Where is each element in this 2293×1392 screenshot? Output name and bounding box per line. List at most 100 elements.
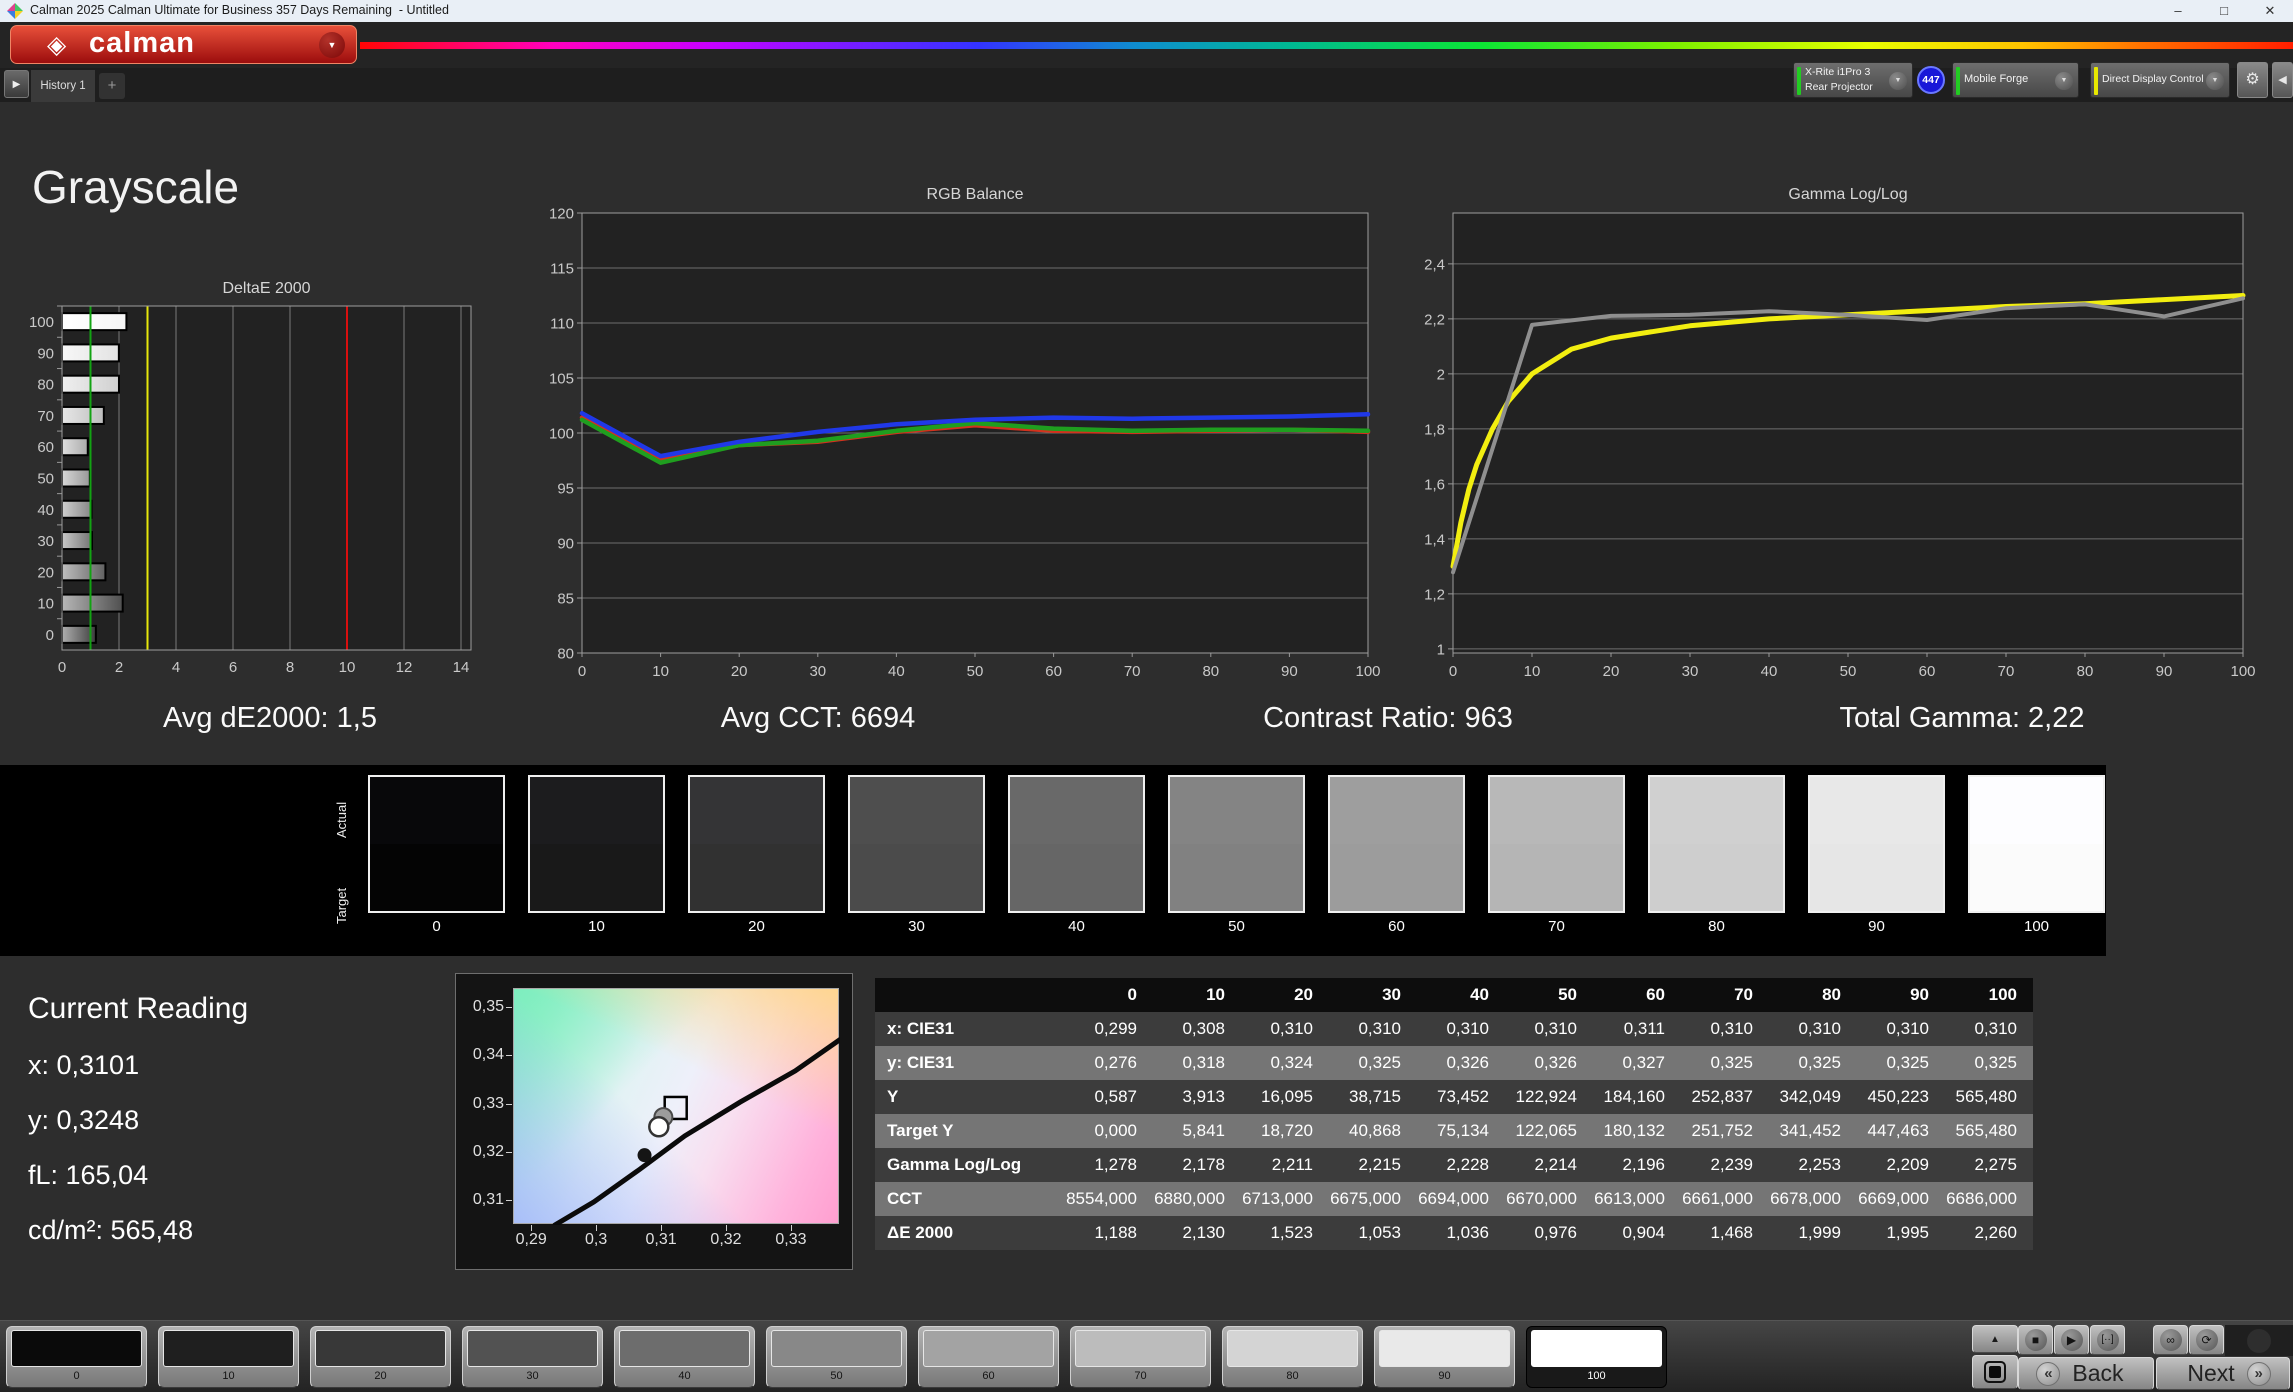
svg-text:10: 10 <box>652 663 669 680</box>
stop-button[interactable]: ■ <box>2018 1325 2053 1355</box>
meter-name: X-Rite i1Pro 3 <box>1805 66 1871 78</box>
patch-button-50[interactable]: 50 <box>766 1326 907 1388</box>
inactive-slot <box>2225 1325 2293 1356</box>
svg-text:10: 10 <box>1524 663 1541 680</box>
table-row: Gamma Log/Log 1,278 2,178 2,211 2,215 2,228 2,… <box>875 1148 2033 1182</box>
grayscale-swatch-10: 10 <box>528 775 665 935</box>
svg-text:1,4: 1,4 <box>1424 531 1445 548</box>
svg-text:RGB Balance: RGB Balance <box>927 186 1024 203</box>
swatch-row: 0 10 20 30 40 50 60 70 80 90 100 <box>368 775 2105 935</box>
step-pattern-button[interactable]: [··] <box>2090 1325 2125 1355</box>
minimize-icon[interactable]: – <box>2160 0 2196 22</box>
svg-text:2,2: 2,2 <box>1424 311 1445 328</box>
grayscale-swatch-0: 0 <box>368 775 505 935</box>
cie-overlay <box>552 1037 843 1228</box>
target-swatch <box>1170 844 1303 911</box>
close-icon[interactable]: ✕ <box>2252 0 2288 22</box>
svg-text:6: 6 <box>229 659 237 676</box>
patch-label: 10 <box>222 1370 235 1382</box>
slide-up-button[interactable]: ▲ <box>1972 1325 2018 1353</box>
svg-text:100: 100 <box>29 314 54 331</box>
patch-label: 50 <box>830 1370 843 1382</box>
pattern-source-dropdown[interactable]: Mobile Forge ▼ <box>1952 62 2079 98</box>
patch-button-100[interactable]: 100 <box>1526 1326 1667 1388</box>
loop-button[interactable]: ∞ <box>2153 1325 2188 1355</box>
svg-text:110: 110 <box>550 316 574 333</box>
meter-status-indicator <box>1797 67 1801 95</box>
target-swatch <box>1490 844 1623 911</box>
target-swatch <box>1810 844 1943 911</box>
gear-icon[interactable]: ⚙ <box>2237 62 2268 98</box>
patch-button-10[interactable]: 10 <box>158 1326 299 1388</box>
swatch-level-label: 30 <box>908 918 925 935</box>
cie-y-tick: 0,32 <box>472 1142 504 1160</box>
swatch-level-label: 60 <box>1388 918 1405 935</box>
svg-text:14: 14 <box>453 659 470 676</box>
svg-text:2: 2 <box>1437 366 1445 383</box>
chevron-down-icon[interactable]: ▼ <box>2055 72 2073 90</box>
pattern-window-button[interactable] <box>1972 1355 2018 1389</box>
svg-text:80: 80 <box>2077 663 2094 680</box>
patch-button-90[interactable]: 90 <box>1374 1326 1515 1388</box>
patch-label: 60 <box>982 1370 995 1382</box>
cie-y-tick: 0,35 <box>472 998 504 1016</box>
chevron-down-icon[interactable]: ▼ <box>1889 72 1907 90</box>
patch-button-70[interactable]: 70 <box>1070 1326 1211 1388</box>
meter-dropdown[interactable]: X-Rite i1Pro 3 Rear Projector ▼ <box>1793 62 1913 98</box>
inactive-circle-icon <box>2247 1328 2271 1353</box>
patch-swatch <box>1075 1330 1206 1367</box>
maximize-icon[interactable]: □ <box>2206 0 2242 22</box>
actual-swatch <box>1650 777 1783 844</box>
svg-text:70: 70 <box>37 408 54 425</box>
tab-scroll-button[interactable]: ▶ <box>4 70 29 98</box>
patch-swatch <box>923 1330 1054 1367</box>
display-status-indicator <box>2094 67 2098 95</box>
patch-button-60[interactable]: 60 <box>918 1326 1059 1388</box>
table-row: Y 0,587 3,913 16,095 38,715 73,452 122,924 184,… <box>875 1080 2033 1114</box>
tab-history-1[interactable]: History 1 <box>31 70 95 102</box>
patch-swatch <box>1227 1330 1358 1367</box>
actual-swatch <box>850 777 983 844</box>
page-title: Grayscale <box>32 161 240 213</box>
patch-button-0[interactable]: 0 <box>6 1326 147 1388</box>
patch-button-40[interactable]: 40 <box>614 1326 755 1388</box>
total-gamma-stat: Total Gamma: 2,22 <box>1839 702 2085 734</box>
next-button[interactable]: Next » <box>2156 1357 2290 1390</box>
svg-text:90: 90 <box>37 345 54 362</box>
svg-text:1,2: 1,2 <box>1424 586 1445 603</box>
swatch-level-label: 90 <box>1868 918 1885 935</box>
svg-text:105: 105 <box>549 371 574 388</box>
measurement-table: 0 10 20 30 40 50 60 70 80 90 100 x: CIE31 0,299 0,308… <box>875 978 2033 1250</box>
chevron-down-icon[interactable]: ▼ <box>2206 72 2224 90</box>
svg-text:2,4: 2,4 <box>1424 256 1445 273</box>
meter-bar: X-Rite i1Pro 3 Rear Projector ▼ 447 Mobi… <box>1793 62 2293 100</box>
play-icon: ▶ <box>2060 1329 2083 1351</box>
up-arrow-icon: ▲ <box>1990 1333 2000 1345</box>
back-button[interactable]: « Back <box>2018 1357 2154 1390</box>
svg-text:60: 60 <box>1045 663 1062 680</box>
refresh-button[interactable]: ⟳ <box>2189 1325 2224 1355</box>
svg-text:0: 0 <box>46 627 54 644</box>
patch-button-20[interactable]: 20 <box>310 1326 451 1388</box>
patch-button-80[interactable]: 80 <box>1222 1326 1363 1388</box>
chevron-down-icon[interactable]: ▼ <box>319 32 345 58</box>
patch-button-30[interactable]: 30 <box>462 1326 603 1388</box>
svg-text:80: 80 <box>37 377 54 394</box>
reading-x: x: 0,3101 <box>28 1050 140 1080</box>
column-header: 80 <box>1769 978 1857 1012</box>
display-control-dropdown[interactable]: Direct Display Control ▼ <box>2090 62 2230 98</box>
play-button[interactable]: ▶ <box>2054 1325 2089 1355</box>
add-tab-button[interactable]: + <box>99 73 125 99</box>
target-swatch <box>850 844 983 911</box>
patch-label: 20 <box>374 1370 387 1382</box>
next-button-label: Next <box>2187 1360 2235 1386</box>
svg-text:115: 115 <box>550 261 574 278</box>
calman-menu-button[interactable]: ◈ calman ▼ <box>10 25 357 64</box>
collapse-panel-icon[interactable]: ◀ <box>2272 62 2293 98</box>
patch-label: 80 <box>1286 1370 1299 1382</box>
svg-text:1,6: 1,6 <box>1424 476 1445 493</box>
grayscale-swatch-80: 80 <box>1648 775 1785 935</box>
column-header: 0 <box>1065 978 1153 1012</box>
column-header: 70 <box>1681 978 1769 1012</box>
pattern-step-icon: [··] <box>2096 1329 2119 1351</box>
